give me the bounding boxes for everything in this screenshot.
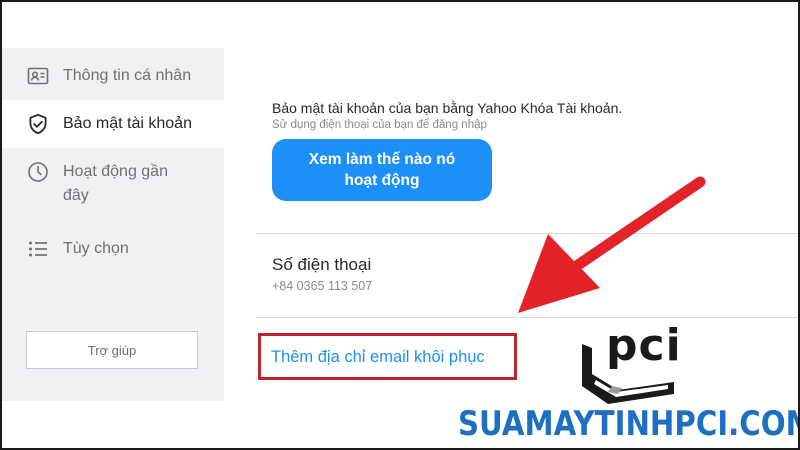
id-card-icon: [27, 67, 49, 85]
sidebar-item-account-security[interactable]: Bảo mật tài khoản: [2, 100, 224, 148]
clock-icon: [28, 162, 48, 182]
phone-number: +84 0365 113 507: [272, 279, 373, 293]
account-key-title: Bảo mật tài khoản của bạn bằng Yahoo Khó…: [272, 100, 623, 116]
watermark-text: SUAMAYTINHPCI.COM: [458, 404, 800, 444]
main-panel: Bảo mật tài khoản của bạn bằng Yahoo Khó…: [256, 0, 800, 450]
shield-check-icon: [29, 113, 47, 135]
phone-section-title: Số điện thoại: [272, 255, 372, 274]
add-recovery-email-link[interactable]: Thêm địa chỉ email khôi phục: [271, 348, 485, 367]
sidebar-item-label: Hoạt động gần đây: [63, 163, 168, 204]
sidebar-item-options[interactable]: Tùy chọn: [2, 234, 224, 264]
sidebar: Thông tin cá nhân Bảo mật tài khoản Hoạt…: [2, 48, 224, 401]
sidebar-item-label: Tùy chọn: [63, 240, 129, 257]
see-how-it-works-button[interactable]: Xem làm thế nào nó hoạt động: [272, 139, 492, 201]
divider: [256, 233, 800, 234]
sidebar-item-recent-activity[interactable]: Hoạt động gần đây: [2, 160, 224, 220]
sidebar-item-label: Bảo mật tài khoản: [63, 115, 192, 132]
divider: [256, 317, 800, 318]
list-icon: [29, 241, 47, 257]
sidebar-item-personal-info[interactable]: Thông tin cá nhân: [2, 56, 224, 96]
account-key-subtitle: Sử dụng điện thoại của bạn để đăng nhập: [272, 119, 487, 131]
logo-text: pci: [606, 320, 682, 371]
sidebar-item-label: Thông tin cá nhân: [63, 67, 192, 84]
help-button[interactable]: Trợ giúp: [26, 331, 198, 369]
